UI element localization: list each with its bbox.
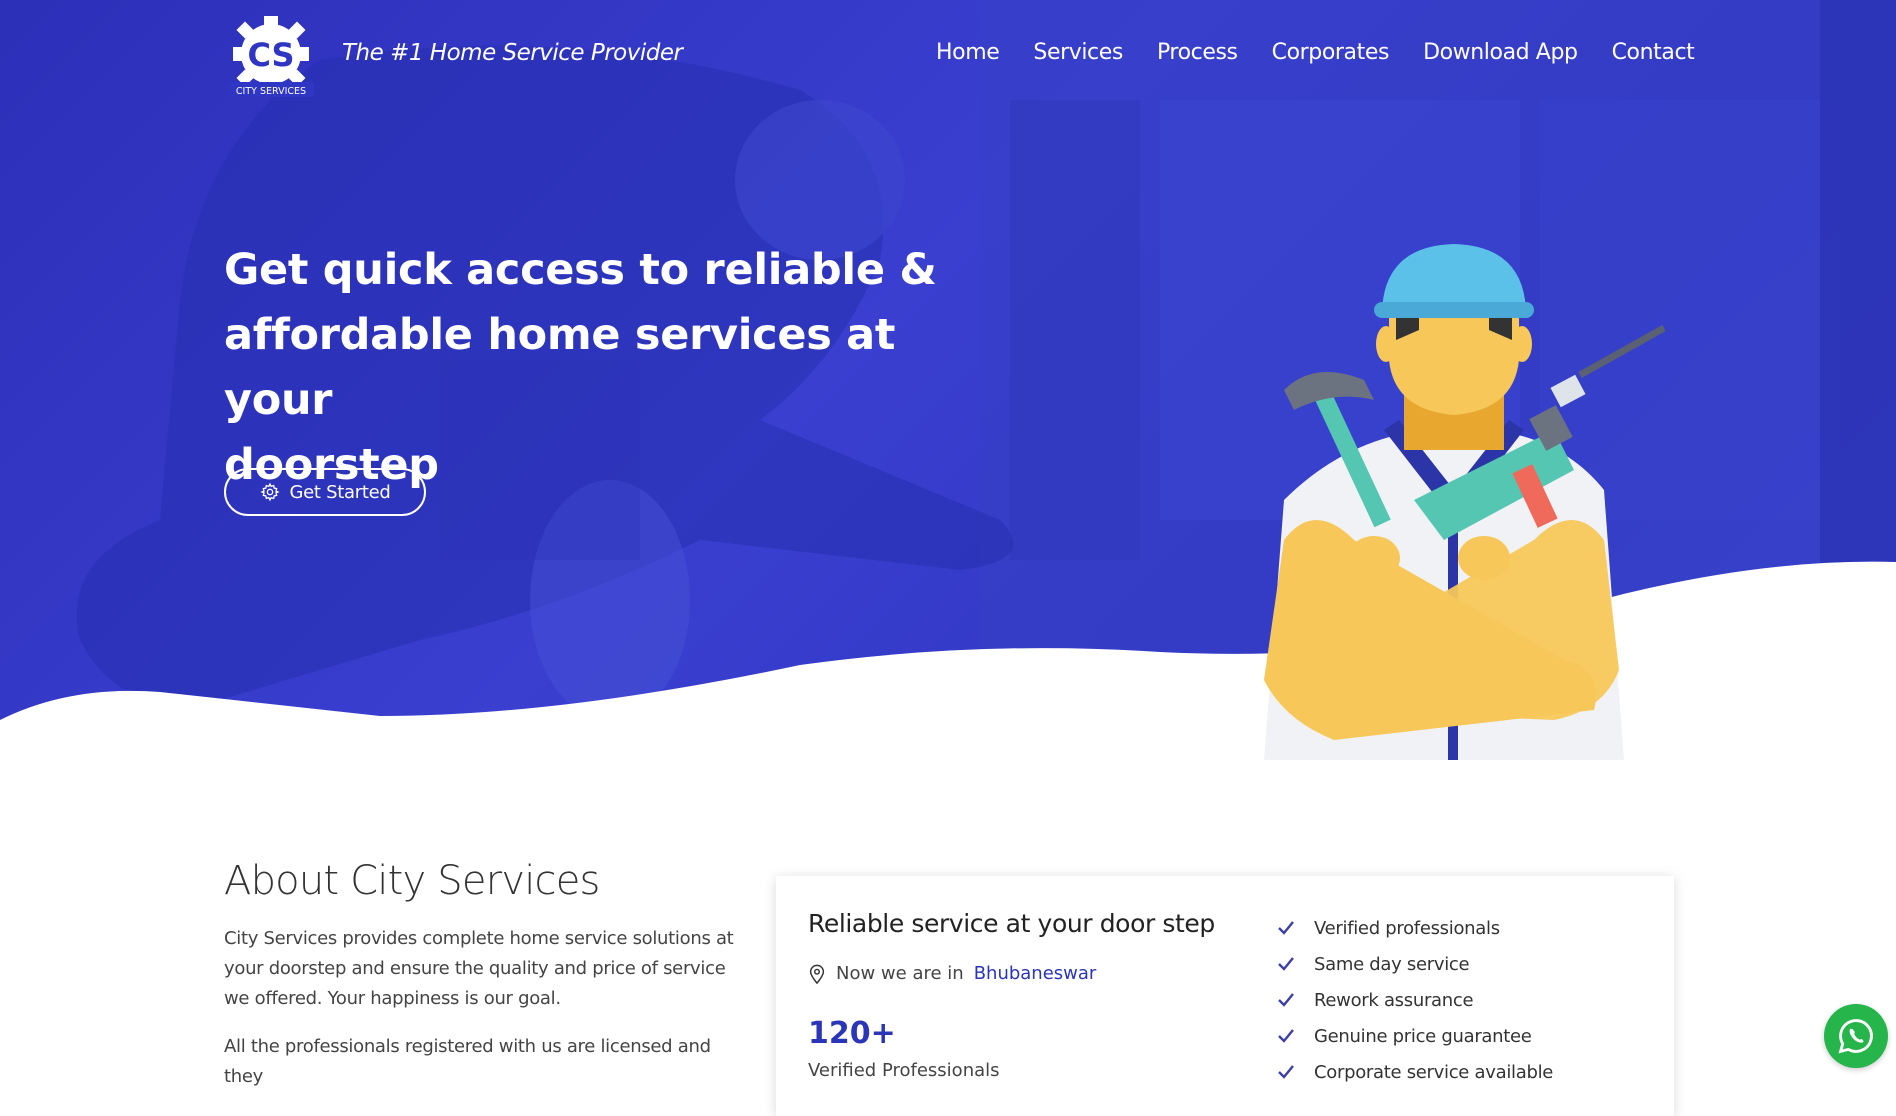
- feature-label: Verified professionals: [1314, 917, 1500, 939]
- feature-label: Same day service: [1314, 953, 1470, 975]
- location-city[interactable]: Bhubaneswar: [974, 963, 1097, 984]
- nav-process[interactable]: Process: [1157, 40, 1238, 65]
- check-icon: [1278, 957, 1294, 971]
- feature-item: Corporate service available: [1276, 1054, 1553, 1090]
- service-info-card: Reliable service at your door step Now w…: [776, 876, 1674, 1116]
- whatsapp-icon: [1838, 1019, 1873, 1054]
- gear-icon: [259, 482, 280, 502]
- logo-text: CS: [247, 36, 294, 74]
- feature-label: Corporate service available: [1314, 1061, 1554, 1083]
- headline-line-1: Get quick access to reliable &: [224, 245, 937, 295]
- about-title: About City Services: [224, 858, 600, 904]
- check-icon: [1278, 1029, 1294, 1043]
- check-icon: [1278, 921, 1294, 935]
- about-paragraph-1: City Services provides complete home ser…: [224, 928, 734, 1009]
- map-pin-icon: [809, 964, 825, 984]
- nav-contact[interactable]: Contact: [1612, 40, 1695, 65]
- professionals-count: 120+: [808, 1016, 896, 1051]
- site-header: CS CITY SERVICES The #1 Home Service Pro…: [0, 0, 1896, 110]
- feature-item: Genuine price guarantee: [1276, 1018, 1553, 1054]
- nav-corporates[interactable]: Corporates: [1272, 40, 1390, 65]
- main-nav: Home Services Process Corporates Downloa…: [936, 40, 1728, 65]
- logo-subtext: CITY SERVICES: [236, 86, 306, 97]
- card-title: Reliable service at your door step: [808, 909, 1215, 938]
- site-tagline: The #1 Home Service Provider: [342, 40, 683, 66]
- handyman-illustration: [1264, 244, 1666, 760]
- feature-item: Verified professionals: [1276, 910, 1553, 946]
- get-started-label: Get Started: [289, 481, 391, 503]
- location-prefix: Now we are in: [836, 963, 964, 984]
- headline-line-2: affordable home services at your: [224, 310, 896, 425]
- feature-label: Genuine price guarantee: [1314, 1025, 1532, 1047]
- check-icon: [1278, 993, 1294, 1007]
- nav-services[interactable]: Services: [1033, 40, 1123, 65]
- feature-item: Rework assurance: [1276, 982, 1553, 1018]
- about-paragraph-2: All the professionals registered with us…: [224, 1036, 711, 1087]
- city-services-logo[interactable]: CS CITY SERVICES: [224, 14, 318, 100]
- feature-item: Same day service: [1276, 946, 1553, 982]
- features-list: Verified professionals Same day service …: [1276, 910, 1553, 1090]
- professionals-label: Verified Professionals: [808, 1060, 1000, 1081]
- whatsapp-chat-button[interactable]: [1824, 1004, 1888, 1068]
- feature-label: Rework assurance: [1314, 989, 1474, 1011]
- hero-headline: Get quick access to reliable & affordabl…: [224, 238, 984, 498]
- nav-download-app[interactable]: Download App: [1423, 40, 1578, 65]
- check-icon: [1278, 1065, 1294, 1079]
- get-started-button[interactable]: Get Started: [224, 468, 426, 516]
- service-location: Now we are in Bhubaneswar: [808, 963, 1096, 984]
- nav-home[interactable]: Home: [936, 40, 1000, 65]
